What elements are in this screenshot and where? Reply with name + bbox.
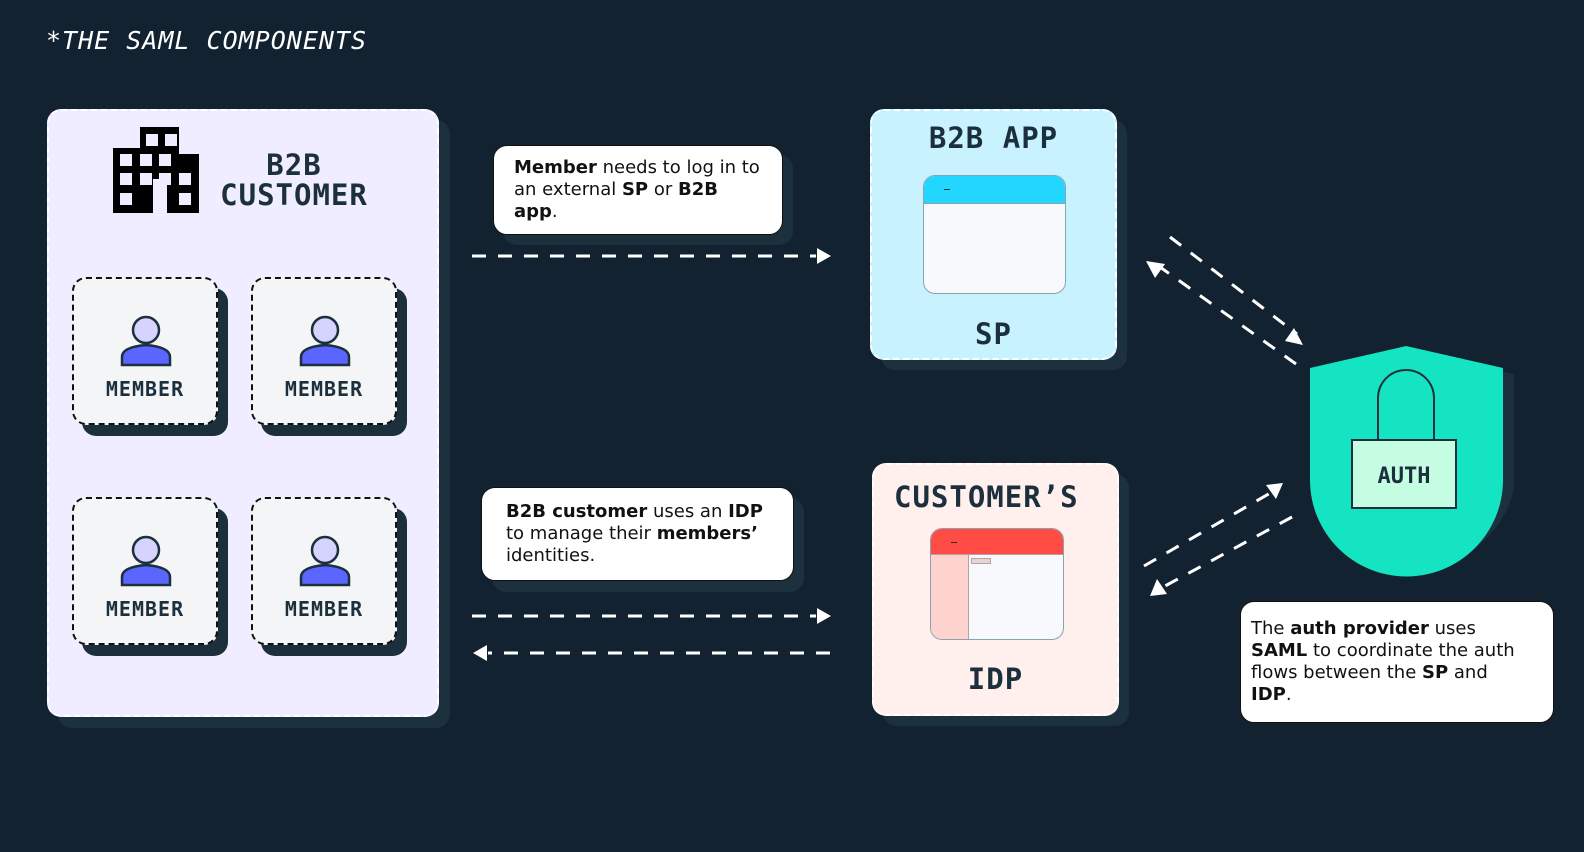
arrow-auth-to-sp: [1159, 265, 1297, 366]
callout-bold: SAML: [1251, 640, 1308, 661]
member-card: MEMBER: [72, 497, 218, 645]
arrow-sp-to-auth: [1169, 235, 1298, 336]
sp-heading: B2B APP: [928, 121, 1059, 155]
callout-span: The: [1251, 618, 1291, 639]
idp-window-icon: [930, 528, 1064, 640]
arrow-auth-to-idp: [1164, 515, 1293, 588]
callout-span: identities.: [506, 545, 596, 566]
idp-window-titlebar: [931, 529, 1063, 555]
building-icon: [113, 127, 199, 213]
arrowhead-icon: [1146, 261, 1165, 278]
arrowhead-icon: [1150, 579, 1167, 596]
customer-label-line1: B2B: [266, 148, 322, 182]
customer-idp-panel: CUSTOMER’S IDP: [872, 463, 1119, 716]
callout-bold: SP: [1422, 662, 1449, 683]
arrowhead-icon: [473, 645, 487, 661]
member-card: MEMBER: [251, 277, 397, 425]
window-dots-icon: [951, 542, 957, 543]
arrowhead-icon: [1266, 483, 1283, 499]
idp-window-field: [971, 558, 991, 564]
callout-span: .: [1285, 684, 1292, 705]
window-dots-icon: [944, 189, 950, 190]
customer-label: B2B CUSTOMER: [214, 150, 374, 210]
callout-span: or: [648, 179, 678, 200]
sp-footer: SP: [975, 317, 1012, 351]
callout-bold: SP: [621, 179, 649, 200]
member-card: MEMBER: [251, 497, 397, 645]
customer-label-line2: CUSTOMER: [220, 178, 368, 212]
user-icon: [120, 315, 172, 367]
member-label: MEMBER: [284, 377, 364, 401]
user-icon: [299, 315, 351, 367]
callout-auth-provider: The auth provider uses SAML to coordinat…: [1240, 601, 1554, 723]
arrow-idp-to-auth: [1143, 490, 1273, 568]
callout-text: Member needs to log in to an external SP…: [514, 157, 762, 223]
user-icon: [120, 535, 172, 587]
app-window-titlebar: [924, 176, 1065, 204]
shield-lock-icon: AUTH: [1310, 346, 1514, 577]
app-window-icon: [923, 175, 1066, 294]
idp-heading: CUSTOMER’S: [894, 480, 1079, 514]
callout-span: to manage their: [506, 523, 657, 544]
callout-bold: IDP: [1251, 684, 1286, 705]
callout-customer-idp: B2B customer uses an IDP to manage their…: [481, 487, 794, 581]
member-label: MEMBER: [284, 597, 364, 621]
callout-span: uses an: [647, 501, 729, 522]
diagram-title: *THE SAML COMPONENTS: [46, 26, 368, 55]
callout-bold: Member: [514, 157, 597, 178]
auth-label: AUTH: [1378, 464, 1431, 489]
member-card: MEMBER: [72, 277, 218, 425]
callout-text: The auth provider uses SAML to coordinat…: [1251, 618, 1533, 706]
user-icon: [299, 535, 351, 587]
callout-span: uses: [1428, 618, 1476, 639]
callout-bold: auth provider: [1290, 618, 1429, 639]
b2b-app-panel: B2B APP SP: [870, 109, 1117, 360]
idp-footer: IDP: [967, 662, 1024, 696]
member-label: MEMBER: [105, 377, 185, 401]
callout-span: and: [1448, 662, 1488, 683]
arrowhead-icon: [817, 248, 831, 264]
callout-span: .: [551, 201, 558, 222]
callout-member-login: Member needs to log in to an external SP…: [493, 145, 783, 235]
callout-bold: members’: [656, 523, 758, 544]
idp-window-sidebar: [931, 555, 969, 639]
arrowhead-icon: [817, 608, 831, 624]
callout-bold: IDP: [728, 501, 763, 522]
callout-text: B2B customer uses an IDP to manage their…: [506, 501, 773, 567]
callout-bold: B2B customer: [506, 501, 648, 522]
member-label: MEMBER: [105, 597, 185, 621]
